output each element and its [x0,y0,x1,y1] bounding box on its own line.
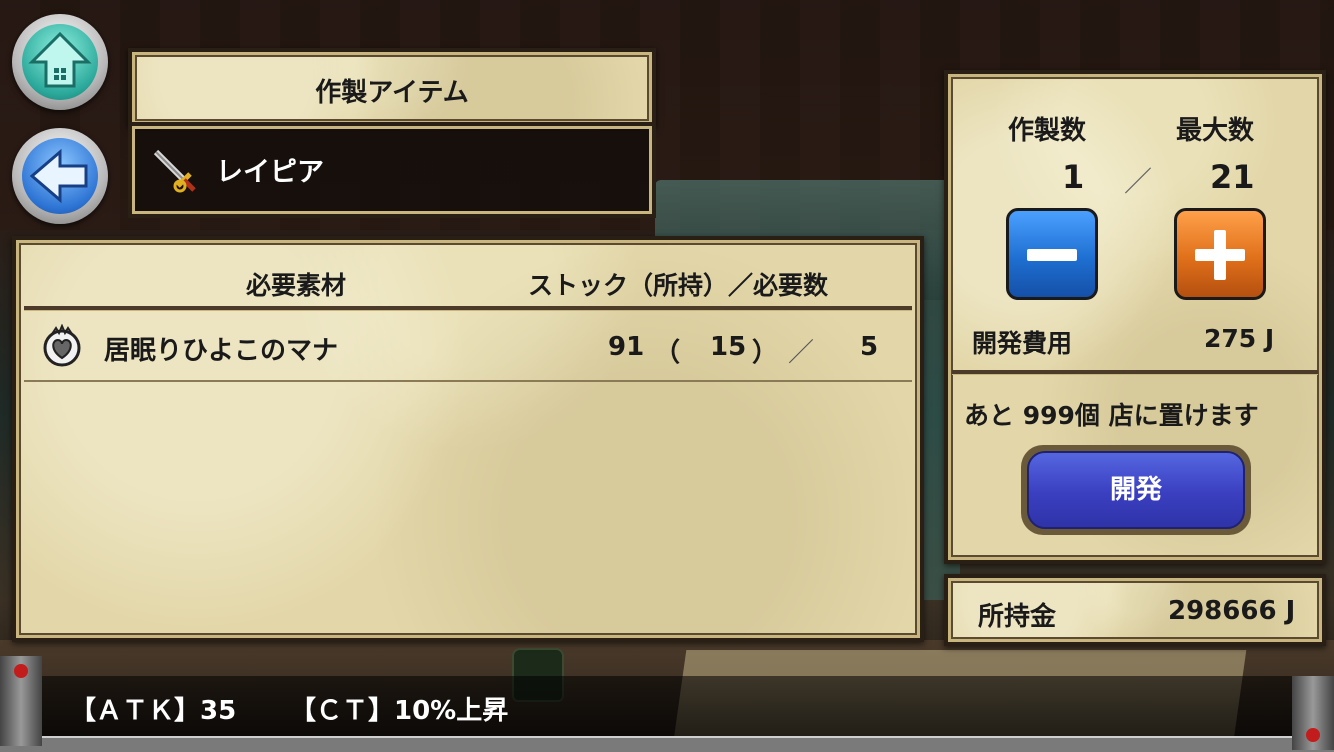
make-count-value: 1 [1062,158,1085,196]
material-slash: ／ [788,338,815,368]
left-frame-cap [0,656,42,746]
mana-heart-icon [40,323,84,368]
decrease-button[interactable] [1006,208,1098,300]
materials-panel: 必要素材 ストック（所持）／必要数 居眠りひよこのマナ 91 （ 15 ） ／ … [12,236,924,642]
develop-button[interactable]: 開発 [1021,445,1251,535]
count-slash: ／ [1124,165,1153,198]
money-panel: 所持金 298666 J [944,574,1326,646]
home-up-arrow-icon [22,24,98,100]
material-name: 居眠りひよこのマナ [104,336,339,366]
money-label: 所持金 [978,602,1057,632]
minus-icon [1027,249,1077,261]
dev-cost-value: 275 J [1204,324,1275,353]
led-indicator [1306,728,1320,742]
crafted-item-header-panel: 作製アイテム [128,48,656,128]
increase-button[interactable] [1174,208,1266,300]
ct-stat: 【ＣＴ】10%上昇 [290,696,509,726]
make-count-label: 作製数 [1008,116,1087,146]
material-open-paren: （ [654,338,681,368]
atk-stat: 【ＡＴＫ】35 [70,696,237,726]
materials-header-counts: ストック（所持）／必要数 [528,271,829,300]
dev-cost-label: 開発費用 [972,329,1073,358]
crafted-item-header: 作製アイテム [315,78,469,108]
right-frame-cap [1292,676,1334,750]
develop-button-label: 開発 [1027,451,1245,529]
money-value: 298666 J [1168,596,1296,626]
led-indicator [14,664,28,678]
material-required: 5 [860,332,879,362]
material-owned: 15 [710,332,747,362]
material-row[interactable]: 居眠りひよこのマナ 91 （ 15 ） ／ 5 [24,314,912,380]
rapier-sword-icon [150,146,200,196]
max-count-label: 最大数 [1176,116,1255,146]
home-button[interactable] [12,14,108,110]
crafted-item-name: レイピア [216,157,324,188]
shop-remaining-text: あと 999個 店に置けます [964,401,1259,430]
cost-divider [952,370,1318,374]
material-stock: 91 [608,332,645,362]
plus-icon [1195,230,1245,280]
material-close-paren: ） [752,338,779,368]
crafted-item-row[interactable]: レイピア [128,122,656,218]
max-count-value: 21 [1210,158,1255,196]
back-button[interactable] [12,128,108,224]
material-row-divider [24,380,912,382]
materials-header-divider [24,306,912,310]
materials-header-label: 必要素材 [246,271,347,300]
back-arrow-icon [22,138,98,214]
